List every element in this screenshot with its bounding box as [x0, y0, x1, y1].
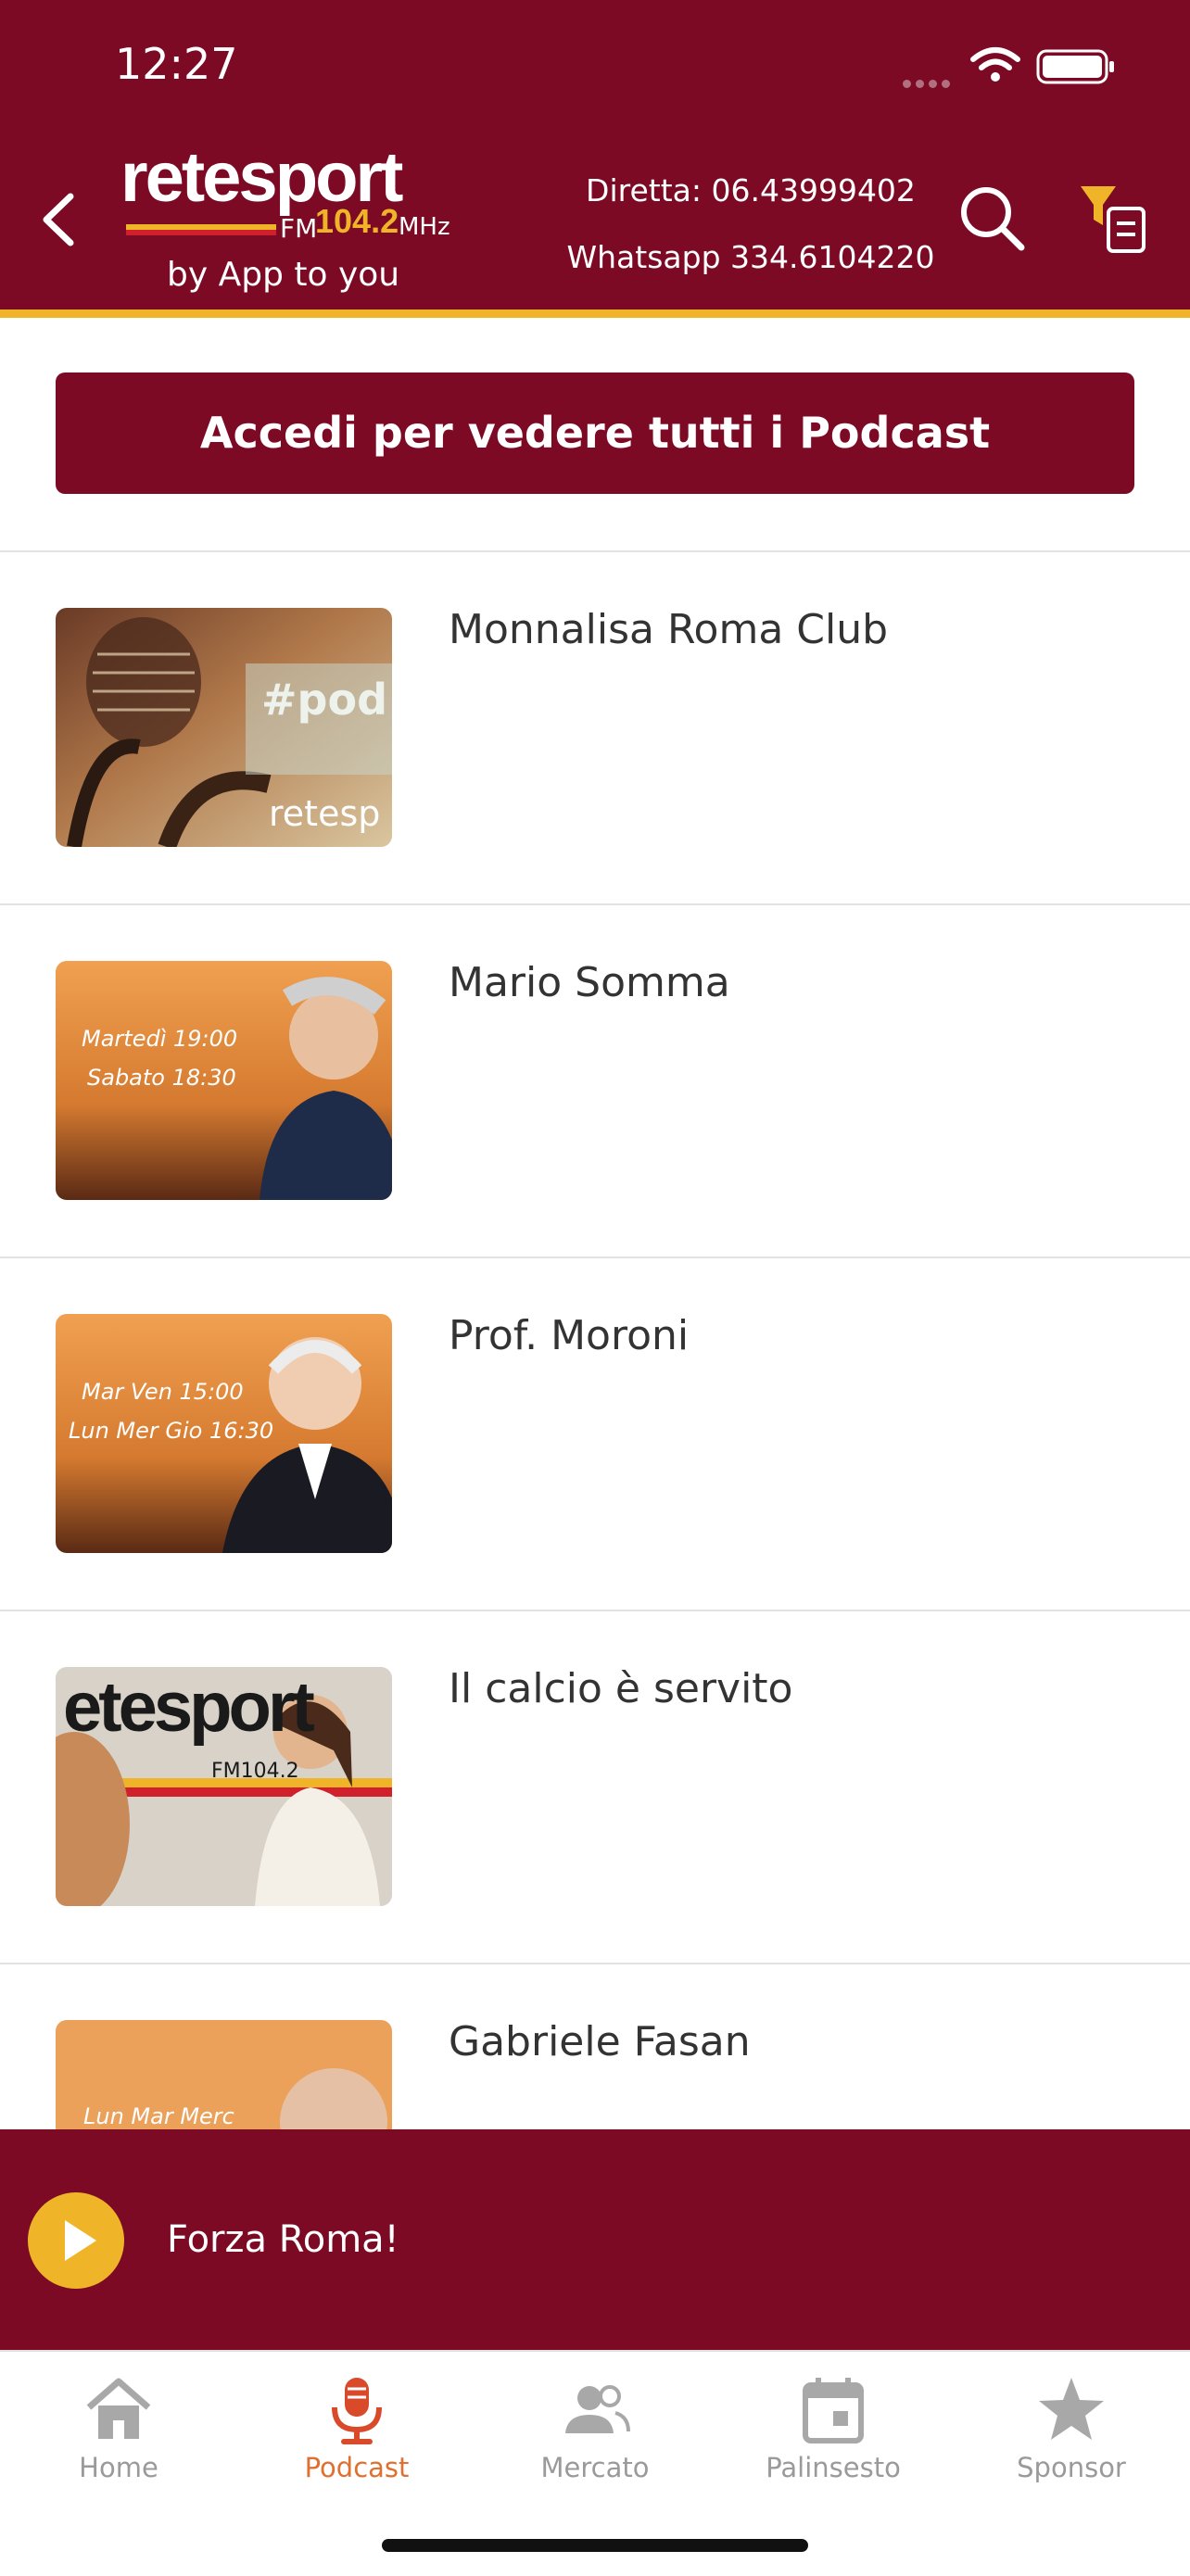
- podcast-row[interactable]: #pod retesp Monnalisa Roma Club: [0, 552, 1190, 904]
- podcast-thumbnail: Mar Ven 15:00 Lun Mer Gio 16:30: [56, 1314, 392, 1553]
- phone-label[interactable]: Diretta: 06.43999402: [556, 158, 945, 224]
- star-icon: [1039, 2378, 1104, 2440]
- wifi-icon: [970, 47, 1020, 82]
- player-track-label: Forza Roma!: [167, 2218, 399, 2261]
- tab-home[interactable]: Home: [26, 2372, 211, 2483]
- tab-label: Sponsor: [1017, 2452, 1126, 2483]
- thumbnail-subtext: FM104.2: [211, 1760, 299, 1783]
- podcast-title: Mario Somma: [449, 959, 730, 1006]
- play-button[interactable]: [28, 2192, 124, 2289]
- logo-stripe: [126, 224, 276, 235]
- search-icon[interactable]: [955, 181, 1029, 255]
- thumbnail-text: etesport: [63, 1668, 315, 1747]
- thumbnail-schedule-1: Martedì 19:00: [82, 1026, 238, 1052]
- home-icon: [86, 2378, 151, 2439]
- header-accent-line: [0, 309, 1190, 318]
- whatsapp-label[interactable]: Whatsapp 334.6104220: [556, 224, 945, 291]
- podcast-title: Gabriele Fasan: [449, 2018, 751, 2065]
- thumbnail-subtext: retesp: [269, 793, 381, 834]
- podcast-thumbnail: Martedì 19:00 Sabato 18:30: [56, 961, 392, 1200]
- calendar-icon: [803, 2378, 864, 2443]
- podcast-row[interactable]: Mar Ven 15:00 Lun Mer Gio 16:30 Prof. Mo…: [0, 1258, 1190, 1610]
- tab-label: Mercato: [540, 2452, 650, 2483]
- cellular-signal-icon: [903, 74, 955, 92]
- tab-label: Podcast: [304, 2452, 410, 2483]
- logo-frequency: 104.2: [315, 202, 399, 240]
- home-indicator: [382, 2539, 808, 2552]
- login-button[interactable]: Accedi per vedere tutti i Podcast: [56, 373, 1134, 494]
- play-icon: [65, 2220, 96, 2261]
- podcast-title: Monnalisa Roma Club: [449, 606, 889, 653]
- status-time: 12:27: [115, 39, 238, 89]
- logo-tagline: by App to you: [167, 256, 400, 294]
- contact-info: Diretta: 06.43999402 Whatsapp 334.610422…: [556, 158, 945, 291]
- tab-palinsesto[interactable]: Palinsesto: [741, 2372, 926, 2483]
- people-icon: [565, 2385, 630, 2433]
- battery-icon: [1036, 49, 1114, 84]
- mini-player: Forza Roma!: [0, 2129, 1190, 2350]
- thumbnail-schedule-2: Sabato 18:30: [87, 1065, 236, 1091]
- tab-sponsor[interactable]: Sponsor: [979, 2372, 1164, 2483]
- podcast-thumbnail: etesport FM104.2: [56, 1667, 392, 1906]
- retesport-logo: retesport FM 104.2 MHz by App to you: [120, 137, 454, 295]
- filter-list-icon[interactable]: [1075, 181, 1149, 255]
- logo-fm: FM: [280, 213, 318, 244]
- microphone-icon: [332, 2378, 382, 2444]
- back-chevron-icon[interactable]: [35, 185, 82, 255]
- tab-podcast[interactable]: Podcast: [264, 2372, 449, 2483]
- thumbnail-schedule-2: Lun Mer Gio 16:30: [69, 1418, 274, 1444]
- thumbnail-schedule-1: Lun Mar Merc: [83, 2103, 234, 2129]
- podcast-title: Prof. Moroni: [449, 1312, 690, 1359]
- tab-mercato[interactable]: Mercato: [502, 2372, 688, 2483]
- app-header: 12:27 retesport FM 104.2 MHz by App to y…: [0, 0, 1190, 309]
- thumbnail-schedule-1: Mar Ven 15:00: [82, 1379, 244, 1405]
- podcast-row[interactable]: Martedì 19:00 Sabato 18:30 Mario Somma: [0, 905, 1190, 1257]
- logo-mhz: MHz: [399, 213, 450, 241]
- thumbnail-text: #pod: [261, 675, 388, 725]
- podcast-title: Il calcio è servito: [449, 1665, 793, 1712]
- podcast-thumbnail: #pod retesp: [56, 608, 392, 847]
- tab-label: Palinsesto: [766, 2452, 901, 2483]
- podcast-row[interactable]: etesport FM104.2 Il calcio è servito: [0, 1611, 1190, 1964]
- tab-label: Home: [79, 2452, 158, 2483]
